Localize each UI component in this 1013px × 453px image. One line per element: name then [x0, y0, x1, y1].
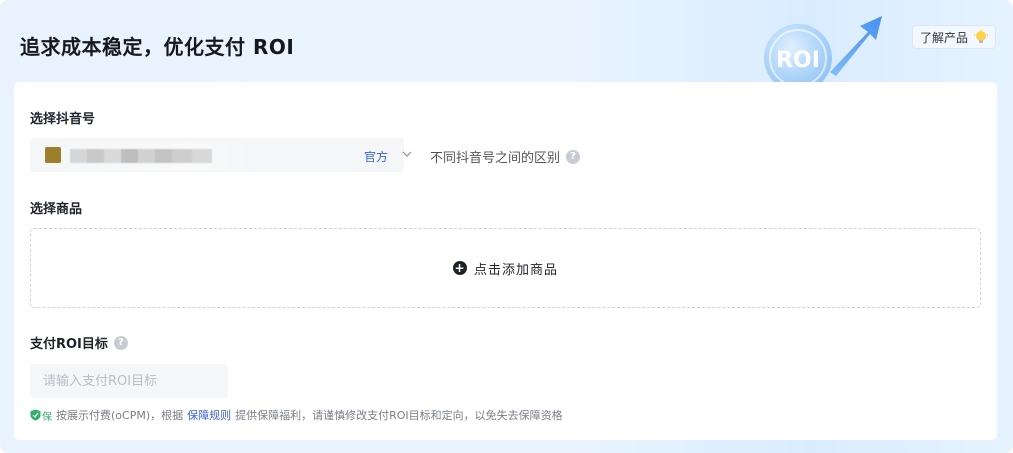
add-product-label: 点击添加商品 [473, 262, 558, 278]
roi-label-row: 支付ROI目标 ? [30, 333, 128, 352]
guarantee-badge: 保 [30, 408, 52, 423]
page-title: 追求成本稳定，优化支付 ROI [20, 35, 295, 59]
guarantee-note-prefix: 按展示付费(oCPM)，根据 [56, 409, 184, 422]
form-card: 选择抖音号 官方 不同抖音号之间的区别 ? 选择商品 + 点击添加商品 支付RO… [14, 82, 997, 440]
official-tag: 官方 [364, 150, 389, 164]
account-diff-text: 不同抖音号之间的区别 [430, 151, 561, 166]
chevron-down-icon [402, 151, 412, 157]
account-avatar [45, 147, 61, 163]
roi-hero-illustration: ROI [764, 16, 882, 84]
roi-section-label: 支付ROI目标 [30, 337, 108, 352]
learn-product-label: 了解产品 [920, 30, 969, 45]
add-product-button[interactable]: + 点击添加商品 [30, 228, 981, 308]
guarantee-rule-link[interactable]: 保障规则 [187, 407, 231, 423]
guarantee-note: 保 按展示付费(oCPM)，根据 保障规则 提供保障福利，请谨慎修改支付ROI目… [30, 407, 563, 423]
guarantee-badge-text: 保 [42, 411, 52, 423]
account-diff-link[interactable]: 不同抖音号之间的区别 ? [430, 147, 581, 166]
shield-check-icon [30, 409, 41, 421]
learn-product-button[interactable]: 了解产品 [912, 25, 997, 49]
account-name-redacted [70, 149, 212, 163]
account-section-label: 选择抖音号 [30, 112, 96, 127]
help-icon[interactable]: ? [566, 149, 581, 164]
roi-campaign-panel: 追求成本稳定，优化支付 ROI ROI 了解产品 选择抖音号 官方 不同抖音号之… [0, 0, 1013, 453]
plus-circle-icon: + [452, 261, 467, 275]
help-icon[interactable]: ? [113, 335, 128, 350]
roi-target-input[interactable] [30, 364, 228, 398]
lightbulb-icon [974, 29, 989, 43]
roi-hero-text: ROI [776, 48, 820, 73]
account-select[interactable]: 官方 [30, 138, 412, 172]
product-section-label: 选择商品 [30, 202, 83, 217]
guarantee-note-suffix: 提供保障福利，请谨慎修改支付ROI目标和定向，以免失去保障资格 [235, 409, 563, 422]
